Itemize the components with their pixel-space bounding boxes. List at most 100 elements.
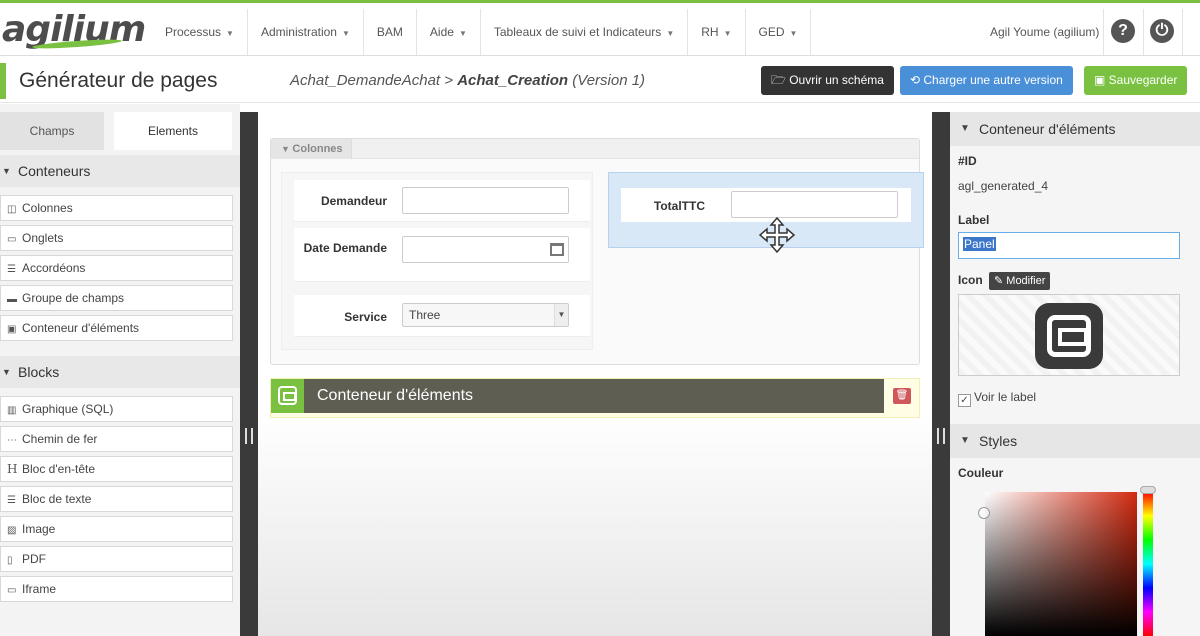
totalttc-input[interactable] (731, 191, 898, 218)
left-splitter[interactable] (240, 112, 258, 636)
menu-ged[interactable]: GED ▼ (744, 9, 812, 55)
date-demande-input[interactable] (402, 236, 569, 263)
menu-tableaux[interactable]: Tableaux de suivi et Indicateurs ▼ (479, 9, 687, 55)
open-schema-button[interactable]: 🗁 Ouvrir un schéma (761, 66, 894, 95)
columns-header: ▼ Colonnes (271, 139, 919, 159)
tab-elements[interactable]: Elements (114, 112, 232, 150)
properties-panel: ▼ Conteneur d'éléments #ID agl_generated… (950, 112, 1200, 636)
header-accent (0, 63, 6, 99)
divider (1143, 9, 1144, 55)
pencil-icon: ✎ (994, 275, 1007, 287)
floppy-icon: ▣ (1094, 73, 1109, 87)
list-icon: ☰ (7, 264, 16, 275)
chevron-down-icon: ▼ (458, 29, 467, 38)
main-menu: Processus ▼ Administration ▼ BAM Aide ▼ Tab… (152, 9, 812, 55)
tab-champs[interactable]: Champs (0, 112, 104, 150)
element-colonnes[interactable]: ◫ Colonnes (0, 195, 233, 221)
breadcrumb-version: (Version 1) (572, 72, 646, 89)
columns-icon: ◫ (7, 204, 17, 215)
bar-chart-icon: ▥ (7, 405, 17, 416)
drag-handle-icon[interactable] (937, 428, 945, 444)
section-styles[interactable]: ▼ Styles (950, 424, 1200, 458)
color-picker-hue[interactable] (1143, 492, 1153, 636)
iframe-icon: ▭ (7, 585, 17, 596)
chevron-down-icon: ▼ (341, 29, 350, 38)
section-element-container[interactable]: ▼ Conteneur d'éléments (950, 112, 1200, 146)
chevron-down-icon: ▼ (226, 29, 234, 38)
menu-processus[interactable]: Processus ▼ (152, 9, 247, 55)
caret-down-icon: ▼ (960, 123, 970, 134)
modify-icon-button[interactable]: ✎ Modifier (989, 272, 1051, 290)
power-icon[interactable]: ⏻ (1150, 19, 1174, 43)
service-select[interactable]: Three ▼ (402, 303, 569, 327)
field-row-demandeur[interactable]: Demandeur (294, 180, 590, 222)
caret-down-icon: ▼ (960, 435, 970, 446)
checkbox-checked-icon[interactable]: ✓ (958, 394, 971, 407)
top-navbar: agilium Processus ▼ Administration ▼ BAM A… (0, 0, 1200, 56)
label-input[interactable]: Panel (958, 232, 1180, 259)
page-title: Générateur de pages (19, 69, 218, 92)
right-splitter[interactable] (932, 112, 950, 636)
field-label: Demandeur (320, 194, 387, 208)
trash-icon[interactable]: 🗑 (893, 388, 911, 404)
element-onglets[interactable]: ▭ Onglets (0, 225, 233, 251)
chevron-down-icon: ▼ (723, 29, 732, 38)
color-picker-cursor[interactable] (978, 507, 990, 519)
block-iframe[interactable]: ▭ Iframe (0, 576, 233, 602)
columns-tab[interactable]: ▼ Colonnes (271, 139, 352, 159)
element-accordeons[interactable]: ☰ Accordéons (0, 255, 233, 281)
block-pdf[interactable]: ▯ PDF (0, 546, 233, 572)
caret-down-icon: ▼ (2, 166, 11, 176)
breadcrumb: Achat_DemandeAchat > Achat_Creation (Ver… (290, 72, 645, 89)
color-picker-saturation[interactable] (985, 492, 1137, 636)
column-left[interactable]: Demandeur Date Demande Service Three ▼ (281, 172, 593, 350)
section-conteneurs[interactable]: ▼ Conteneurs (0, 155, 240, 187)
section-blocks[interactable]: ▼ Blocks (0, 356, 240, 388)
menu-administration[interactable]: Administration ▼ (246, 9, 363, 55)
icon-preview (958, 294, 1180, 376)
container-icon (271, 379, 304, 413)
element-groupe-de-champs[interactable]: ▬ Groupe de champs (0, 285, 233, 311)
field-label: Date Demande (303, 241, 387, 255)
page-header: Générateur de pages Achat_DemandeAchat >… (0, 57, 1200, 103)
user-name[interactable]: Agil Youme (agilium) (990, 25, 1099, 39)
chevron-down-icon: ▼ (666, 29, 675, 38)
load-version-button[interactable]: ⟲ Charger une autre version (900, 66, 1073, 95)
folder-open-icon: 🗁 (771, 73, 790, 87)
sidebar-tabs: Champs Elements (0, 112, 240, 150)
hue-slider-handle[interactable] (1140, 486, 1156, 494)
breadcrumb-step: Achat_Creation (457, 72, 569, 89)
demandeur-input[interactable] (402, 187, 569, 214)
show-label-checkbox[interactable]: ✓ Voir le label (958, 390, 1036, 407)
menu-rh[interactable]: RH ▼ (687, 9, 744, 55)
block-en-tete[interactable]: H Bloc d'en-tête (0, 456, 233, 482)
agilium-logo[interactable]: agilium (2, 9, 146, 51)
file-icon: ▯ (7, 555, 13, 566)
icon-label: Icon (958, 273, 983, 287)
elements-sidebar: Champs Elements ▼ Conteneurs ◫ Colonnes ▭… (0, 104, 240, 636)
color-label: Couleur (958, 466, 1004, 480)
menu-aide[interactable]: Aide ▼ (415, 9, 480, 55)
drag-handle-icon[interactable] (245, 428, 253, 444)
question-icon[interactable]: ? (1111, 19, 1135, 43)
field-row-date-demande[interactable]: Date Demande (294, 228, 590, 282)
image-icon: ▨ (7, 525, 17, 536)
field-row-service[interactable]: Service Three ▼ (294, 295, 590, 337)
page-canvas: ▼ Colonnes Demandeur Date Demande Servic… (258, 112, 932, 636)
window-icon: ▬ (7, 294, 17, 305)
columns-container[interactable]: ▼ Colonnes Demandeur Date Demande Servic… (270, 138, 924, 365)
text-icon: ☰ (7, 495, 16, 506)
chevron-down-icon: ▼ (281, 144, 293, 154)
block-graphique[interactable]: ▥ Graphique (SQL) (0, 396, 233, 422)
chevron-down-icon: ▼ (789, 29, 798, 38)
save-button[interactable]: ▣ Sauvegarder (1084, 66, 1188, 95)
element-container-block[interactable]: Conteneur d'éléments 🗑 (270, 378, 920, 418)
chevron-down-icon[interactable]: ▼ (554, 304, 568, 326)
element-conteneur[interactable]: ▣ Conteneur d'éléments (0, 315, 233, 341)
calendar-icon[interactable] (550, 243, 564, 256)
menu-bam[interactable]: BAM (362, 9, 416, 55)
element-container-title[interactable]: Conteneur d'éléments (304, 379, 884, 413)
block-chemin-de-fer[interactable]: ⋯ Chemin de fer (0, 426, 233, 452)
block-image[interactable]: ▨ Image (0, 516, 233, 542)
block-texte[interactable]: ☰ Bloc de texte (0, 486, 233, 512)
